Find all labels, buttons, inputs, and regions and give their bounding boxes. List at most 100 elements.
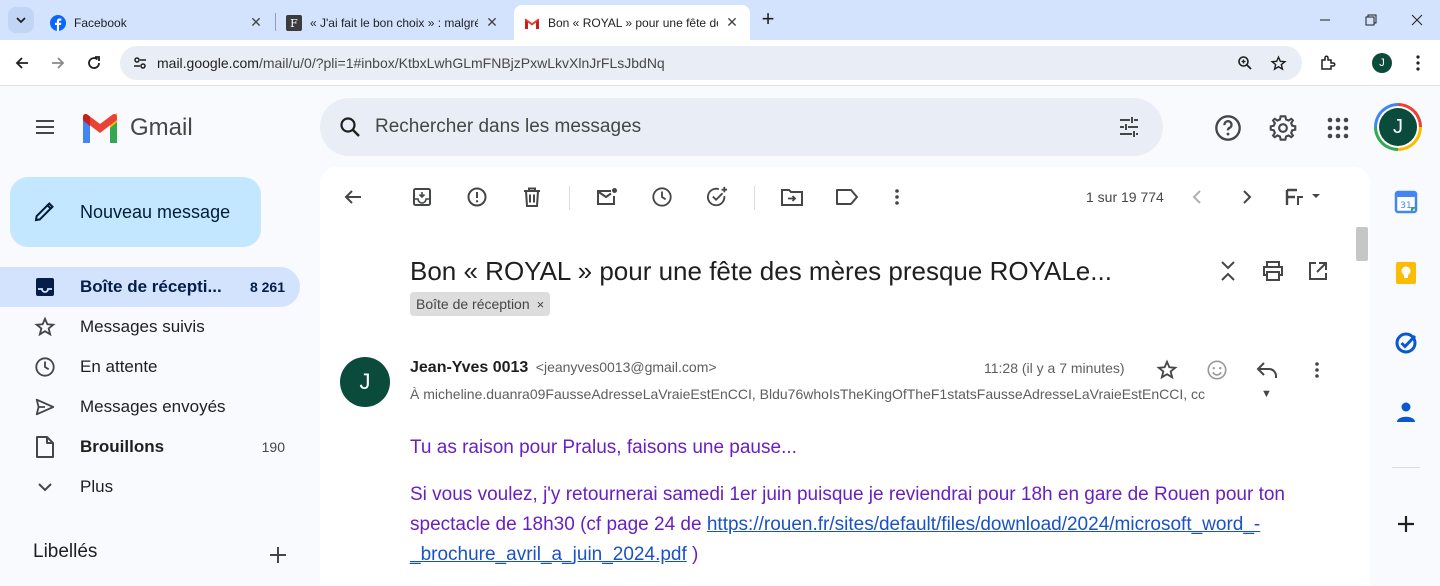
svg-text:31: 31: [1400, 201, 1411, 211]
tab-title: « J'ai fait le bon choix » : malgré: [310, 15, 478, 30]
tab-search-button[interactable]: [8, 7, 34, 33]
calendar-app-button[interactable]: 31: [1392, 188, 1420, 216]
sidebar-item-more[interactable]: Plus: [0, 467, 300, 507]
newer-button[interactable]: [1184, 184, 1210, 210]
forward-button[interactable]: [44, 49, 72, 77]
delete-button[interactable]: [519, 184, 545, 210]
settings-button[interactable]: [1263, 108, 1303, 148]
print-button[interactable]: [1260, 258, 1286, 284]
toolbar-divider: [569, 186, 570, 210]
arrow-left-icon: [344, 190, 361, 204]
add-reaction-button[interactable]: [1204, 357, 1230, 383]
plus-icon: [270, 547, 286, 563]
collapse-all-button[interactable]: [1215, 258, 1241, 284]
tab-gmail[interactable]: Bon « ROYAL » pour une fête des ✕: [514, 5, 750, 40]
browser-menu-button[interactable]: [1404, 49, 1432, 77]
sender-name[interactable]: Jean-Yves 0013: [410, 359, 528, 376]
tab-close-icon[interactable]: ✕: [724, 14, 740, 31]
apps-button[interactable]: [1318, 108, 1358, 148]
chevron-right-icon: [1243, 190, 1252, 204]
main-menu-button[interactable]: [25, 107, 65, 147]
gear-icon: [1269, 115, 1297, 141]
lightbulb-icon: [1396, 262, 1416, 284]
add-label-button[interactable]: [265, 542, 291, 568]
sidebar-item-label: En attente: [80, 357, 158, 376]
add-to-tasks-button[interactable]: [704, 184, 730, 210]
reply-button[interactable]: [1254, 357, 1280, 383]
extensions-button[interactable]: [1314, 49, 1342, 77]
snooze-button[interactable]: [649, 184, 675, 210]
account-button[interactable]: J: [1374, 103, 1422, 151]
avatar-ring: J: [1377, 106, 1419, 148]
archive-button[interactable]: [409, 184, 435, 210]
message-body-line: Tu as raison pour Pralus, faisons une pa…: [410, 437, 797, 458]
inbox-label-chip[interactable]: Boîte de réception ×: [410, 292, 551, 316]
open-new-window-button[interactable]: [1305, 258, 1331, 284]
back-to-inbox-button[interactable]: [340, 184, 366, 210]
star-message-button[interactable]: [1154, 357, 1180, 383]
mark-unread-button[interactable]: [594, 184, 620, 210]
help-icon: [1215, 115, 1241, 141]
pager-text: 1 sur 19 774: [1086, 189, 1164, 205]
sidebar-item-inbox[interactable]: Boîte de récepti... 8 261: [0, 267, 300, 307]
tab-facebook[interactable]: Facebook ✕: [40, 5, 274, 40]
search-icon[interactable]: [336, 113, 364, 141]
keep-app-button[interactable]: [1392, 259, 1420, 287]
sidebar-item-drafts[interactable]: Brouillons 190: [0, 427, 300, 467]
reload-button[interactable]: [80, 49, 108, 77]
avatar: J: [1379, 108, 1417, 146]
move-to-button[interactable]: [779, 184, 805, 210]
restore-button[interactable]: [1348, 0, 1394, 40]
sidebar-item-starred[interactable]: Messages suivis: [0, 307, 300, 347]
profile-button[interactable]: J: [1368, 49, 1396, 77]
sidebar-item-snoozed[interactable]: En attente: [0, 347, 300, 387]
svg-text:F: F: [290, 17, 298, 30]
mail-unread-icon: [597, 188, 617, 205]
tab-close-icon[interactable]: ✕: [484, 14, 500, 31]
tasks-app-button[interactable]: [1392, 329, 1420, 357]
site-info-icon[interactable]: [128, 51, 152, 75]
label-chip-text: Boîte de réception: [416, 296, 530, 312]
back-button[interactable]: [8, 49, 36, 77]
input-tools-button[interactable]: [1281, 184, 1327, 210]
newspaper-icon: F: [286, 14, 302, 31]
address-bar[interactable]: mail.google.com/mail/u/0/?pli=1#inbox/Kt…: [120, 46, 1302, 80]
older-button[interactable]: [1234, 184, 1260, 210]
labels-button[interactable]: [834, 184, 860, 210]
show-details-icon[interactable]: ▼: [1261, 388, 1272, 400]
help-button[interactable]: [1208, 108, 1248, 148]
remove-label-icon[interactable]: ×: [537, 297, 545, 312]
hamburger-icon: [36, 120, 54, 134]
sidebar-item-sent[interactable]: Messages envoyés: [0, 387, 300, 427]
close-window-button[interactable]: [1394, 0, 1440, 40]
contacts-app-button[interactable]: [1392, 398, 1420, 426]
new-tab-button[interactable]: +: [756, 8, 780, 32]
search-bar[interactable]: Rechercher dans les messages: [320, 98, 1163, 156]
recipients-line: À micheline.duanra09FausseAdresseLaVraie…: [410, 386, 1206, 402]
message-more-button[interactable]: [1304, 357, 1330, 383]
sender-avatar[interactable]: J: [340, 357, 390, 407]
reload-icon: [88, 56, 100, 69]
avatar: J: [1372, 53, 1392, 73]
search-options-icon[interactable]: [1115, 113, 1143, 141]
more-vert-icon: [895, 189, 899, 205]
reply-icon: [1256, 362, 1277, 378]
minimize-button[interactable]: [1302, 0, 1348, 40]
search-input[interactable]: Rechercher dans les messages: [375, 116, 641, 138]
plus-icon: [1398, 516, 1414, 532]
folder-move-icon: [781, 189, 803, 206]
compose-button[interactable]: Nouveau message: [10, 177, 261, 247]
bookmark-star-icon[interactable]: [1266, 51, 1290, 75]
tab-article[interactable]: F « J'ai fait le bon choix » : malgré ✕: [276, 5, 510, 40]
report-spam-button[interactable]: [464, 184, 490, 210]
more-actions-button[interactable]: [884, 184, 910, 210]
scrollbar-thumb[interactable]: [1356, 227, 1368, 261]
more-vert-icon: [1315, 362, 1319, 378]
gmail-logo[interactable]: Gmail: [80, 112, 193, 144]
tab-close-icon[interactable]: ✕: [248, 14, 264, 31]
browser-toolbar: mail.google.com/mail/u/0/?pli=1#inbox/Kt…: [0, 40, 1440, 86]
get-addons-button[interactable]: [1392, 510, 1420, 538]
zoom-icon[interactable]: [1233, 51, 1257, 75]
message-body-paragraph: Si vous voulez, j'y retournerai samedi 1…: [410, 480, 1310, 570]
open-in-new-icon: [1309, 262, 1327, 280]
